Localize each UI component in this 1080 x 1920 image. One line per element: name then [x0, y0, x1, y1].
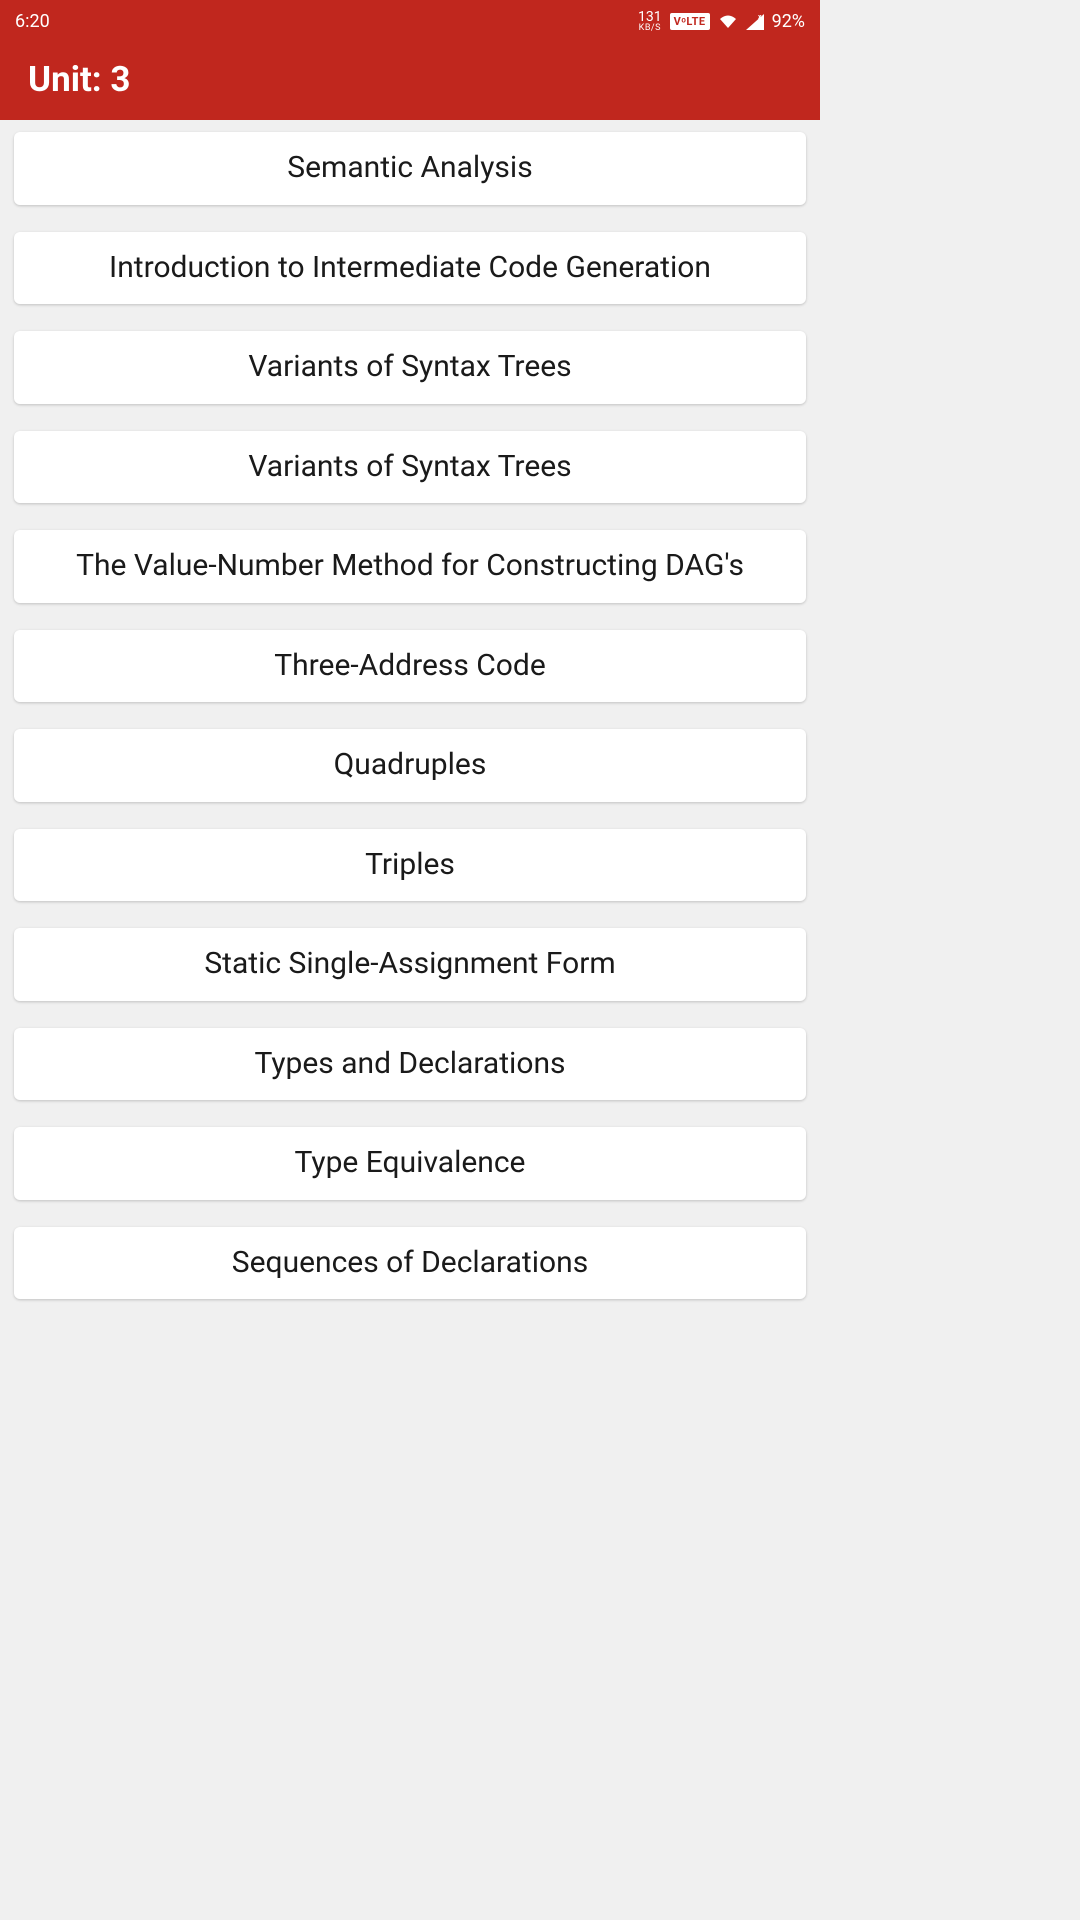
topic-item[interactable]: The Value-Number Method for Constructing…: [14, 530, 806, 603]
topic-item[interactable]: Quadruples: [14, 729, 806, 802]
volte-icon: VᵒLTE: [670, 13, 710, 30]
status-right: 131 KB/S VᵒLTE x 92%: [638, 10, 805, 33]
data-rate-unit: KB/S: [639, 24, 661, 33]
topic-item[interactable]: Three-Address Code: [14, 630, 806, 703]
topic-item[interactable]: Types and Declarations: [14, 1028, 806, 1101]
data-rate-indicator: 131 KB/S: [638, 10, 662, 33]
page-title: Unit: 3: [28, 59, 792, 100]
battery-level: 92%: [772, 11, 805, 32]
topic-item[interactable]: Static Single-Assignment Form: [14, 928, 806, 1001]
topic-item[interactable]: Semantic Analysis: [14, 132, 806, 205]
topic-item[interactable]: Variants of Syntax Trees: [14, 331, 806, 404]
topic-item[interactable]: Sequences of Declarations: [14, 1227, 806, 1300]
wifi-icon: [718, 14, 738, 30]
topic-item[interactable]: Type Equivalence: [14, 1127, 806, 1200]
topic-item[interactable]: Introduction to Intermediate Code Genera…: [14, 232, 806, 305]
signal-icon: x: [746, 14, 764, 30]
topic-item[interactable]: Variants of Syntax Trees: [14, 431, 806, 504]
status-bar: 6:20 131 KB/S VᵒLTE x 92%: [0, 0, 820, 43]
status-time: 6:20: [15, 11, 50, 32]
svg-text:x: x: [758, 14, 762, 21]
data-rate-value: 131: [638, 10, 662, 24]
app-header: Unit: 3: [0, 43, 820, 120]
topic-item[interactable]: Triples: [14, 829, 806, 902]
topics-list[interactable]: Semantic Analysis Introduction to Interm…: [0, 120, 820, 1469]
